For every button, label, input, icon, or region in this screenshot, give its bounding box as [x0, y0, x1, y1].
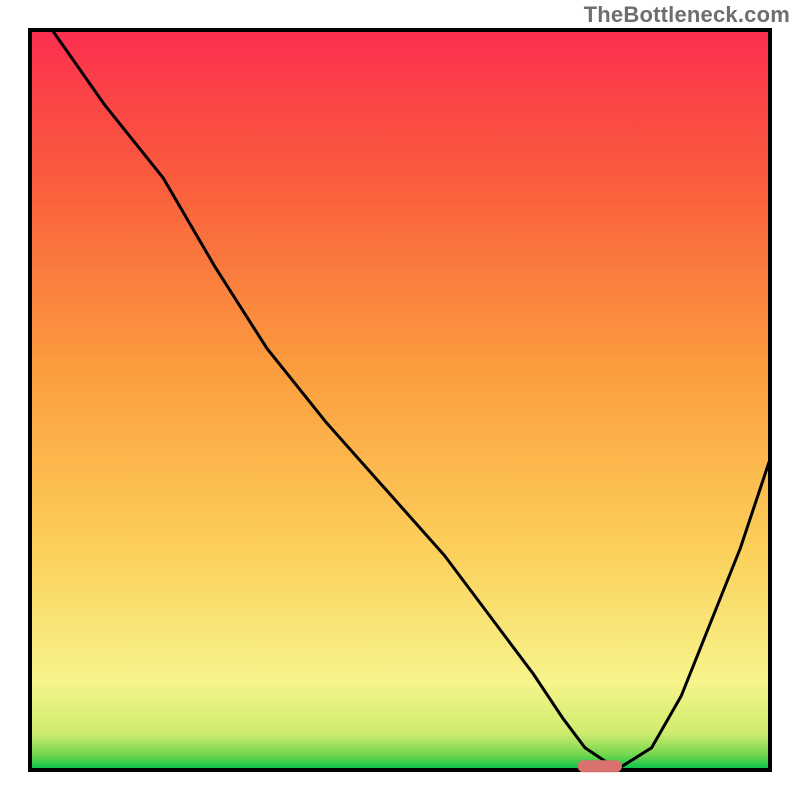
bottleneck-chart [0, 0, 800, 800]
optimal-marker [578, 760, 622, 772]
watermark-text: TheBottleneck.com [584, 2, 790, 28]
chart-container: TheBottleneck.com [0, 0, 800, 800]
gradient-background [30, 30, 770, 770]
